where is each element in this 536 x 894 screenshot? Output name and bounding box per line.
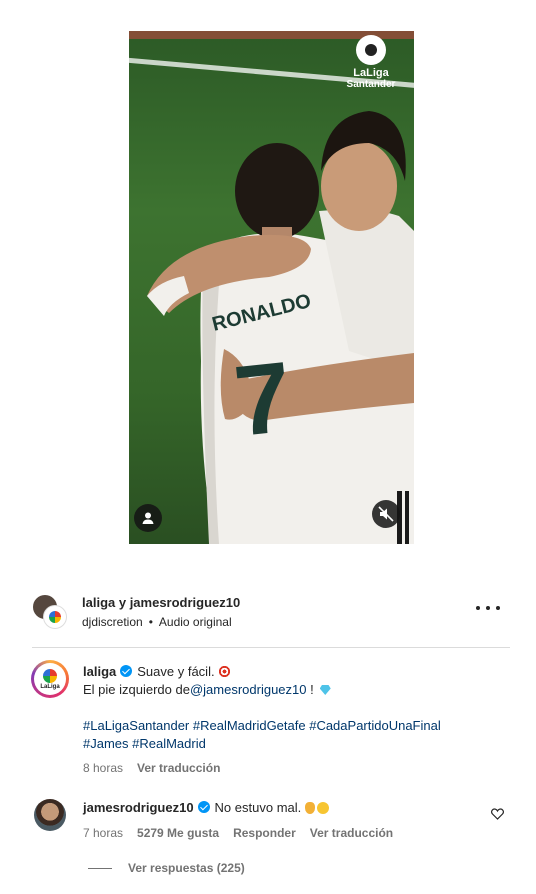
ok-hand-emoji-icon	[305, 802, 316, 814]
comment-text: No estuvo mal.	[214, 800, 302, 815]
comment-time[interactable]: 7 horas	[83, 826, 123, 840]
laliga-ball-icon	[356, 35, 386, 65]
comment: jamesrodriguez10 No estuvo mal. 7 horas 52…	[83, 799, 483, 842]
laliga-watermark: LaLiga Santander	[336, 35, 406, 90]
watermark-line2: Santander	[346, 79, 396, 90]
more-options-button[interactable]	[476, 602, 500, 614]
hashtags-line-2[interactable]: #James #RealMadrid	[83, 735, 503, 753]
mute-toggle-button[interactable]	[372, 500, 400, 528]
grin-emoji-icon	[317, 802, 330, 814]
avatar-laliga-story-ring[interactable]: LaLiga	[31, 660, 69, 698]
avatar-jamesrodriguez10-comment[interactable]	[34, 799, 66, 831]
laliga-logo-icon	[49, 611, 61, 623]
comment-meta: 7 horas 5279 Me gusta Responder Ver traducc…	[83, 824, 483, 842]
heart-icon[interactable]	[491, 808, 504, 820]
collab-avatars[interactable]	[32, 594, 67, 629]
laliga-logo-icon	[43, 668, 57, 683]
gem-emoji-icon	[319, 685, 331, 695]
verified-badge-icon	[197, 801, 210, 813]
post-authors[interactable]: laliga y jamesrodriguez10	[82, 595, 240, 610]
target-emoji-icon	[217, 665, 231, 678]
avatar-laliga[interactable]	[43, 605, 67, 629]
audio-link[interactable]: Audio original	[159, 615, 232, 629]
divider	[32, 647, 510, 648]
view-replies-button[interactable]: Ver respuestas (225)	[88, 861, 245, 875]
comment-line: jamesrodriguez10 No estuvo mal.	[83, 799, 483, 817]
caption-line-2: El pie izquierdo de@jamesrodriguez10 !	[83, 681, 503, 699]
comment-likes[interactable]: 5279 Me gusta	[137, 826, 219, 840]
more-options-icon	[476, 606, 480, 610]
caption: laliga Suave y fácil. El pie izquierdo de…	[83, 663, 503, 777]
mention-link[interactable]: @jamesrodriguez10	[190, 682, 307, 697]
avatar-text: LaLiga	[40, 683, 60, 690]
view-replies-label[interactable]: Ver respuestas (225)	[128, 861, 245, 875]
audio-info: djdiscretion • Audio original	[82, 615, 232, 629]
players-illustration: RONALDO 7	[147, 111, 414, 544]
user-icon	[142, 512, 154, 524]
caption-meta: 8 horas Ver traducción	[83, 759, 503, 777]
tagged-users-button[interactable]	[134, 504, 162, 532]
comment-username[interactable]: jamesrodriguez10	[83, 800, 194, 815]
caption-time[interactable]: 8 horas	[83, 761, 123, 775]
caption-line-1: laliga Suave y fácil.	[83, 663, 503, 681]
verified-badge-icon	[120, 665, 133, 677]
separator-dot: •	[148, 615, 153, 629]
replies-line	[88, 867, 112, 869]
hashtags-line-1[interactable]: #LaLigaSantander #RealMadridGetafe #Cada…	[83, 717, 503, 735]
post-header: laliga y jamesrodriguez10 djdiscretion • A…	[32, 592, 510, 636]
caption-text: Suave y fácil.	[137, 664, 215, 679]
music-user-link[interactable]: djdiscretion	[82, 615, 143, 629]
watermark-line1: LaLiga	[353, 67, 389, 79]
comment-translate-button[interactable]: Ver traducción	[310, 826, 393, 840]
caption-username[interactable]: laliga	[83, 664, 116, 679]
reply-button[interactable]: Responder	[233, 826, 296, 840]
jersey-number: 7	[230, 341, 297, 458]
muted-speaker-icon	[378, 506, 394, 522]
caption-translate-button[interactable]: Ver traducción	[137, 761, 220, 775]
reel-video[interactable]: RONALDO 7 LaLiga Santander	[129, 31, 414, 544]
